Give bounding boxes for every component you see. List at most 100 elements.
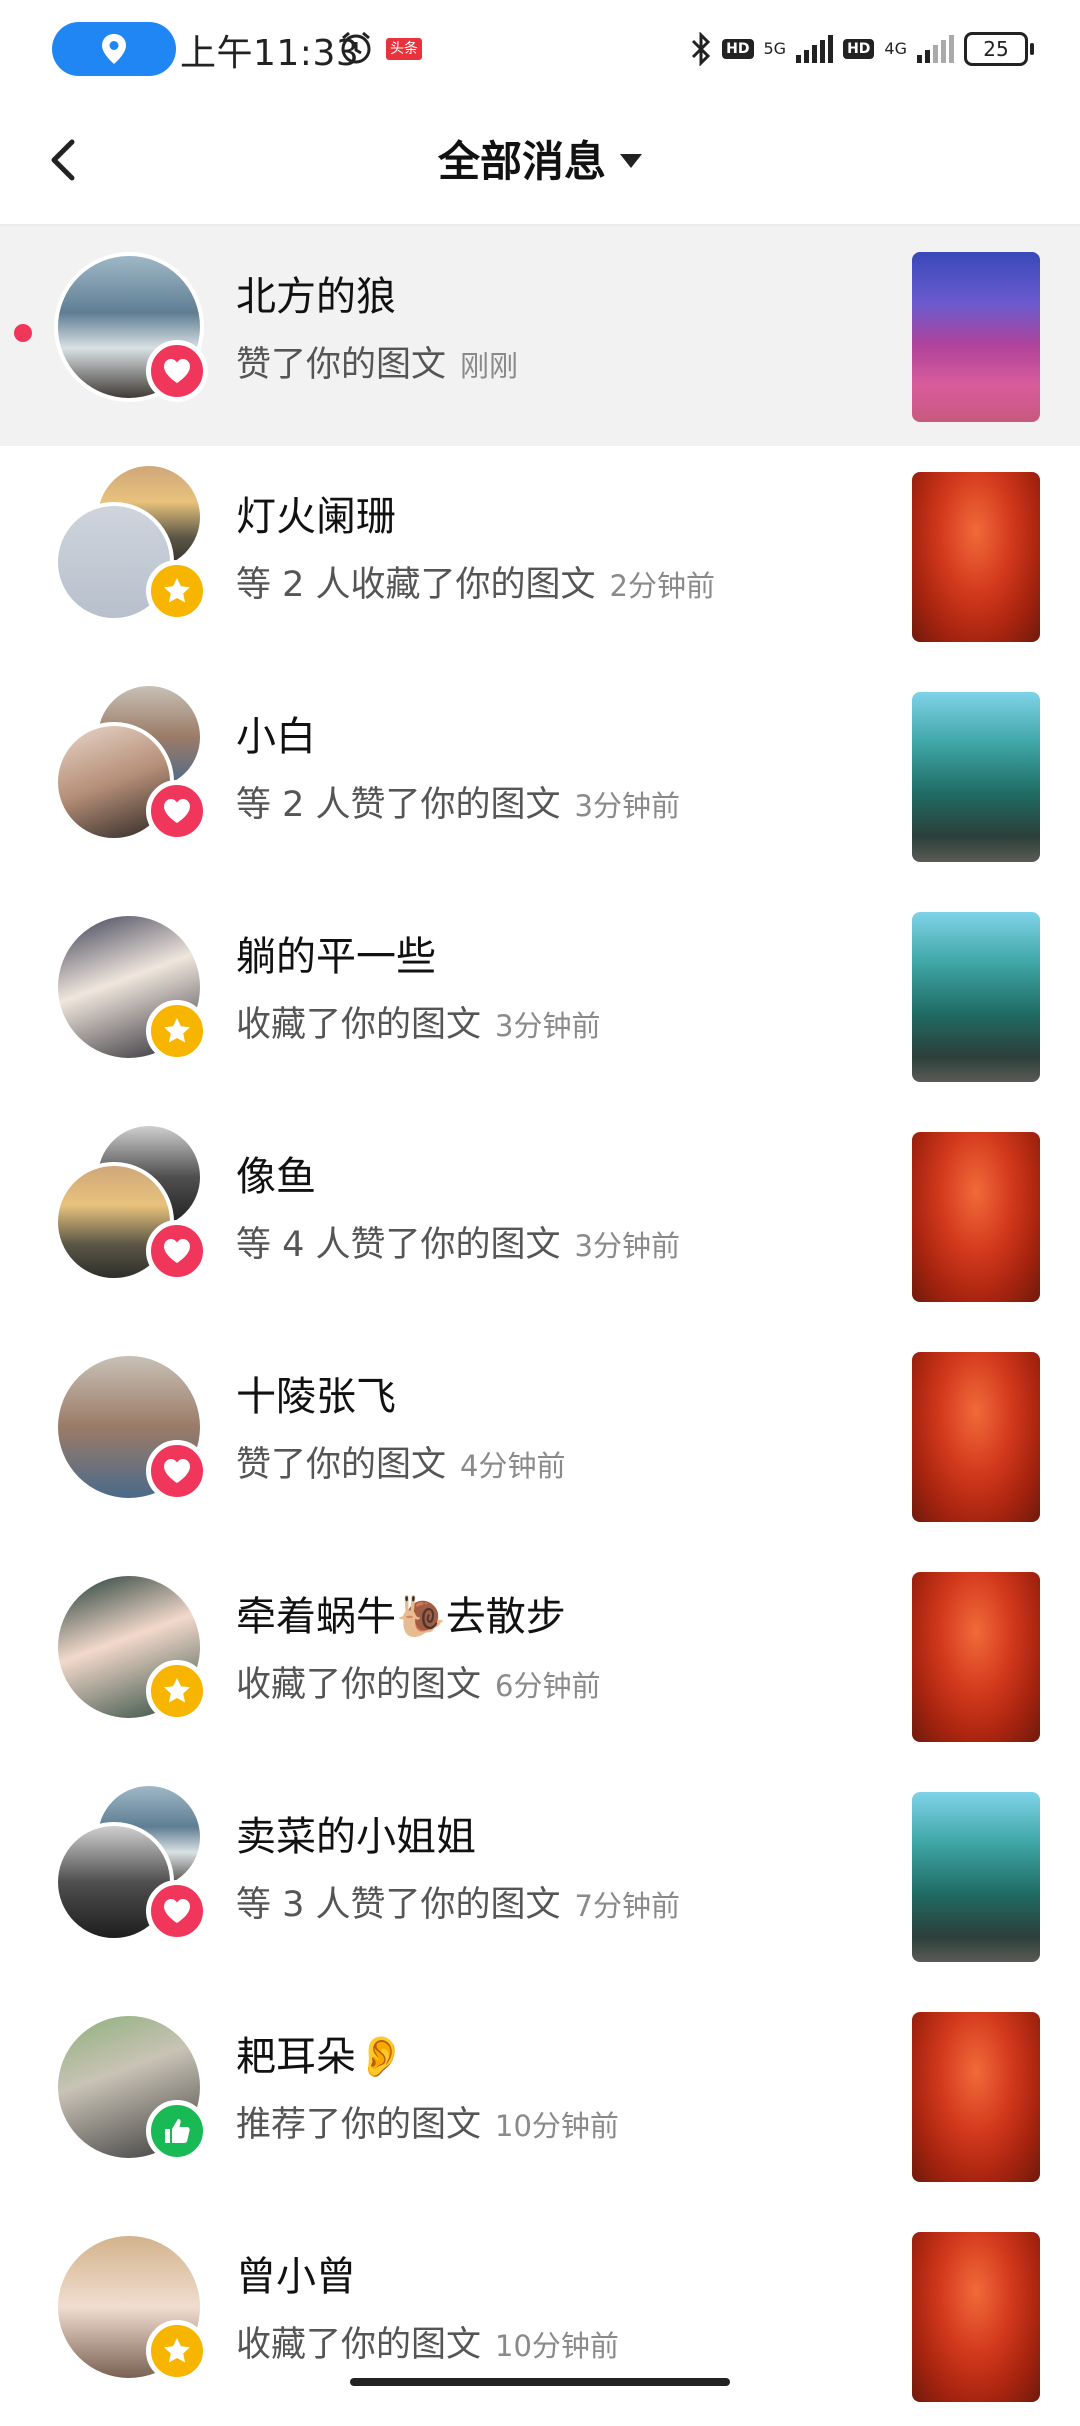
action-text: 赞了你的图文 [236,345,447,385]
sender-name[interactable]: 牵着蜗牛🐌去散步 [236,1584,566,1642]
message-description: 赞了你的图文 4分钟前 [236,1436,565,1487]
heart-icon [164,1239,190,1263]
hd-badge-2: HD [843,39,875,59]
message-row[interactable]: 卖菜的小姐姐等 3 人赞了你的图文 7分钟前 [0,1766,1080,1986]
message-description: 等 3 人赞了你的图文 7分钟前 [236,1876,680,1927]
action-text: 等 2 人赞了你的图文 [236,785,561,825]
sender-name[interactable]: 像鱼 [236,1144,316,1202]
heart-icon [164,1459,190,1483]
timestamp: 3分钟前 [574,1229,680,1263]
message-row[interactable]: 灯火阑珊等 2 人收藏了你的图文 2分钟前 [0,446,1080,666]
action-text: 等 2 人收藏了你的图文 [236,565,596,605]
action-text: 等 4 人赞了你的图文 [236,1225,561,1265]
message-row[interactable]: 躺的平一些收藏了你的图文 3分钟前 [0,886,1080,1106]
message-row[interactable]: 像鱼等 4 人赞了你的图文 3分钟前 [0,1106,1080,1326]
star-icon [164,1678,190,1703]
sender-name[interactable]: 躺的平一些 [236,924,436,982]
message-row[interactable]: 牵着蜗牛🐌去散步收藏了你的图文 6分钟前 [0,1546,1080,1766]
action-badge [146,1880,208,1942]
post-thumbnail[interactable] [912,2232,1040,2402]
action-text: 赞了你的图文 [236,1445,447,1485]
timestamp: 4分钟前 [460,1449,566,1483]
status-bar: 上午11:33 头条 HD 5G HD 4G 25 [0,0,1080,96]
post-thumbnail[interactable] [912,1132,1040,1302]
location-pin-icon [102,34,126,64]
message-row[interactable]: 十陵张飞赞了你的图文 4分钟前 [0,1326,1080,1546]
location-indicator[interactable] [52,22,176,76]
star-icon [164,2338,190,2363]
action-text: 收藏了你的图文 [236,1665,482,1705]
timestamp: 3分钟前 [574,789,680,823]
sender-name[interactable]: 北方的狼 [236,264,396,322]
post-thumbnail[interactable] [912,2012,1040,2182]
avatar-group[interactable] [54,912,214,1072]
post-thumbnail[interactable] [912,1572,1040,1742]
action-text: 收藏了你的图文 [236,2325,482,2365]
message-row[interactable]: 小白等 2 人赞了你的图文 3分钟前 [0,666,1080,886]
avatar-group[interactable] [54,462,214,632]
sender-name[interactable]: 灯火阑珊 [236,484,396,542]
message-row[interactable]: 曾小曾收藏了你的图文 10分钟前 [0,2206,1080,2426]
message-row[interactable]: 耙耳朵👂 推荐了你的图文 10分钟前 [0,1986,1080,2206]
action-badge [146,1440,208,1502]
avatar-group[interactable] [54,1122,214,1292]
avatar-group[interactable] [54,682,214,852]
network-type-label-2: 4G [884,39,907,58]
message-description: 推荐了你的图文 10分钟前 [236,2096,619,2147]
bluetooth-icon [692,32,711,66]
action-badge [146,1220,208,1282]
post-thumbnail[interactable] [912,912,1040,1082]
action-text: 等 3 人赞了你的图文 [236,1885,561,1925]
timestamp: 10分钟前 [495,2109,619,2143]
post-thumbnail[interactable] [912,1352,1040,1522]
star-icon [164,578,190,603]
avatar-group[interactable] [54,1782,214,1952]
message-row[interactable]: 北方的狼赞了你的图文 刚刚 [0,226,1080,446]
unread-dot [14,324,32,342]
status-icons: HD 5G HD 4G 25 [690,24,1034,74]
caret-down-icon [620,153,642,168]
sender-name[interactable]: 小白 [236,704,316,762]
top-navigation: 全部消息 [0,96,1080,224]
message-description: 收藏了你的图文 10分钟前 [236,2316,619,2367]
avatar-group[interactable] [54,2232,214,2392]
action-badge [146,340,208,402]
action-badge [146,2100,208,2162]
page-title: 全部消息 [437,137,606,186]
action-badge [146,780,208,842]
network-type-label: 5G [763,39,787,58]
timestamp: 2分钟前 [609,569,715,603]
sender-name[interactable]: 曾小曾 [236,2244,356,2302]
avatar-group[interactable] [54,252,214,412]
post-thumbnail[interactable] [912,472,1040,642]
action-badge [146,1660,208,1722]
alarm-icon [341,31,371,64]
hd-badge: HD [722,39,754,59]
sender-name[interactable]: 耙耳朵👂 [236,2024,406,2082]
avatar-group[interactable] [54,1352,214,1512]
avatar-group[interactable] [54,1572,214,1732]
heart-icon [164,359,190,383]
message-description: 等 4 人赞了你的图文 3分钟前 [236,1216,680,1267]
message-description: 赞了你的图文 刚刚 [236,336,518,387]
message-filter-dropdown[interactable]: 全部消息 [0,128,1080,189]
action-text: 推荐了你的图文 [236,2105,482,2145]
post-thumbnail[interactable] [912,692,1040,862]
sender-name[interactable]: 卖菜的小姐姐 [236,1804,476,1862]
timestamp: 3分钟前 [495,1009,601,1043]
battery-indicator: 25 [964,32,1034,66]
avatar-group[interactable] [54,2012,214,2172]
message-description: 等 2 人赞了你的图文 3分钟前 [236,776,680,827]
action-text: 收藏了你的图文 [236,1005,482,1045]
timestamp: 刚刚 [460,349,519,383]
action-badge [146,2320,208,2382]
sender-name[interactable]: 十陵张飞 [236,1364,396,1422]
clock: 上午11:33 [180,33,360,74]
post-thumbnail[interactable] [912,1792,1040,1962]
action-badge [146,1000,208,1062]
message-description: 收藏了你的图文 3分钟前 [236,996,600,1047]
timestamp: 6分钟前 [495,1669,601,1703]
post-thumbnail[interactable] [912,252,1040,422]
timestamp: 10分钟前 [495,2329,619,2363]
home-indicator [350,2378,730,2386]
